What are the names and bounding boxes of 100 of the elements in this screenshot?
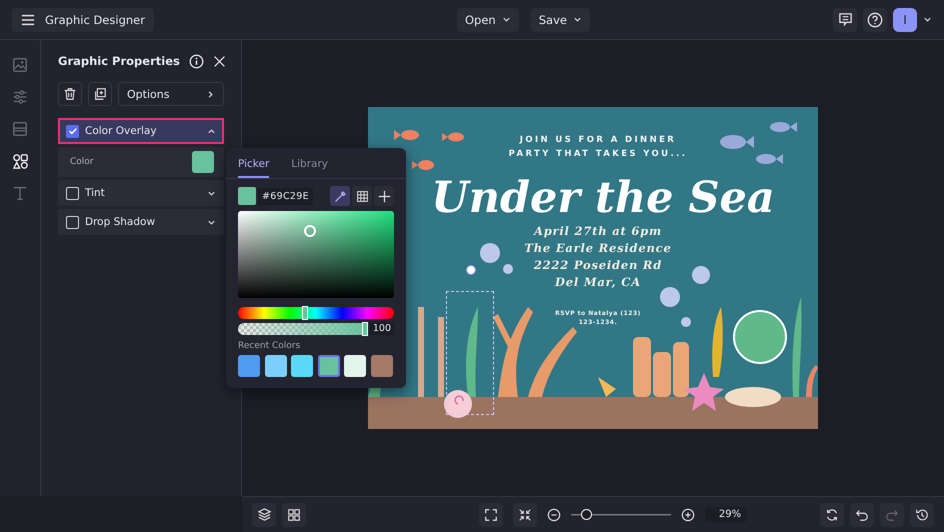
undo-button[interactable] [850, 502, 874, 526]
avatar-button[interactable]: I [893, 8, 917, 32]
current-color-swatch [238, 187, 256, 205]
eyedropper-button[interactable] [330, 186, 350, 206]
chevron-down-icon[interactable] [923, 15, 932, 24]
recent-color-swatch[interactable] [370, 355, 392, 377]
add-color-button[interactable] [374, 186, 394, 206]
tube-sponge-drawing [633, 337, 689, 397]
duplicate-button[interactable] [88, 82, 112, 106]
hex-input[interactable]: #69C29E [258, 188, 313, 204]
picker-tab[interactable]: Library [291, 158, 328, 178]
refresh-button[interactable] [820, 502, 844, 526]
chevron-down-icon [572, 15, 582, 24]
layers-icon [256, 507, 272, 522]
help-button[interactable] [863, 8, 887, 32]
zoom-out-icon[interactable] [546, 508, 561, 522]
hue-slider[interactable] [238, 307, 394, 319]
recent-color-swatch[interactable] [264, 355, 286, 377]
bubble-icon [660, 287, 680, 307]
trash-icon [63, 87, 77, 101]
chevron-right-icon [206, 90, 215, 98]
invitation-detail: 2222 Poseiden Rd [534, 257, 662, 274]
selection-box[interactable] [446, 291, 494, 415]
chevron-icon [207, 218, 216, 226]
invitation-title: Under the Sea [430, 172, 775, 225]
fish-icon [442, 132, 464, 142]
effect-label: Tint [85, 187, 106, 199]
fish-icon [412, 160, 434, 170]
fish-icon [394, 130, 419, 140]
opacity-slider-thumb[interactable] [362, 322, 368, 336]
shrink-icon [518, 508, 532, 522]
effect-row[interactable]: Drop Shadow [58, 209, 224, 235]
fit-screen-button[interactable] [478, 502, 503, 526]
saturation-value-area[interactable] [238, 211, 394, 298]
recent-colors-label: Recent Colors [238, 341, 302, 351]
zoom-slider-thumb[interactable] [580, 508, 592, 520]
color-picker-handle[interactable] [304, 225, 316, 237]
shrink-button[interactable] [512, 502, 537, 526]
menu-button[interactable]: Open [457, 8, 519, 32]
menu-icon [21, 12, 35, 26]
fish-icon [756, 154, 783, 164]
menu-button[interactable]: Save [530, 8, 590, 32]
zoom-in-icon[interactable] [680, 508, 695, 522]
chevron-icon [207, 188, 216, 198]
invitation-detail: April 27th at 6pm [534, 223, 662, 240]
recent-color-swatch[interactable] [344, 355, 366, 377]
checkbox[interactable] [66, 124, 79, 138]
panel-title: Graphic Properties [58, 54, 180, 68]
bubble-icon [503, 264, 513, 274]
redo-button[interactable] [880, 502, 904, 526]
app-menu-button[interactable]: Graphic Designer [12, 8, 154, 32]
hue-slider-thumb[interactable] [302, 306, 308, 320]
recent-color-swatch[interactable] [318, 355, 340, 377]
coral-drawing [806, 365, 818, 397]
effect-row[interactable]: Color Overlay [58, 118, 224, 144]
effect-label: Color Overlay [85, 125, 158, 137]
invitation-detail: Del Mar, CA [555, 274, 641, 291]
comment-button[interactable] [833, 8, 857, 32]
layers-button[interactable] [252, 502, 276, 526]
sliders-icon [12, 89, 28, 105]
recent-color-swatch[interactable] [238, 355, 260, 377]
effect-row[interactable]: Tint [58, 180, 224, 206]
help-icon [867, 12, 883, 28]
layout-icon [12, 121, 28, 137]
delete-button[interactable] [58, 82, 82, 106]
grid-button[interactable] [282, 502, 306, 526]
rotate-handle[interactable] [466, 265, 476, 275]
text-icon [12, 185, 28, 201]
undo-icon [854, 508, 869, 522]
info-icon[interactable] [188, 54, 204, 68]
opacity-value[interactable]: 100 [370, 322, 394, 335]
snail-shell-icon [444, 390, 472, 418]
picker-tab[interactable]: Picker [238, 158, 270, 178]
fish-icon [720, 135, 754, 149]
recent-color-swatch[interactable] [291, 355, 313, 377]
duplicate-icon [93, 87, 107, 101]
zoom-percentage-field[interactable]: 29% [704, 507, 748, 522]
invitation-text: JOIN US FOR A DINNER [520, 134, 676, 147]
seaweed-drawing [712, 307, 723, 377]
chevron-down-icon [502, 15, 511, 24]
color-swatch[interactable] [192, 151, 214, 173]
eyedropper-icon [334, 190, 346, 202]
refresh-icon [824, 508, 839, 522]
close-icon[interactable] [212, 54, 226, 68]
grid-icon [356, 190, 368, 202]
shapes-icon [12, 152, 28, 170]
fish-icon [770, 122, 797, 132]
color-label: Color [70, 157, 94, 167]
redo-icon [884, 508, 899, 522]
expand-icon [484, 508, 498, 522]
history-button[interactable] [910, 502, 934, 526]
opacity-slider[interactable] [238, 322, 368, 334]
bubble-icon [681, 317, 691, 327]
invitation-detail: The Earle Residence [524, 240, 672, 257]
options-button[interactable]: Options [118, 82, 224, 106]
swatch-grid-button[interactable] [352, 186, 372, 206]
comment-icon [838, 12, 852, 27]
color-loupe[interactable] [733, 310, 787, 364]
bubble-icon [692, 266, 710, 284]
grid-icon [287, 508, 301, 522]
